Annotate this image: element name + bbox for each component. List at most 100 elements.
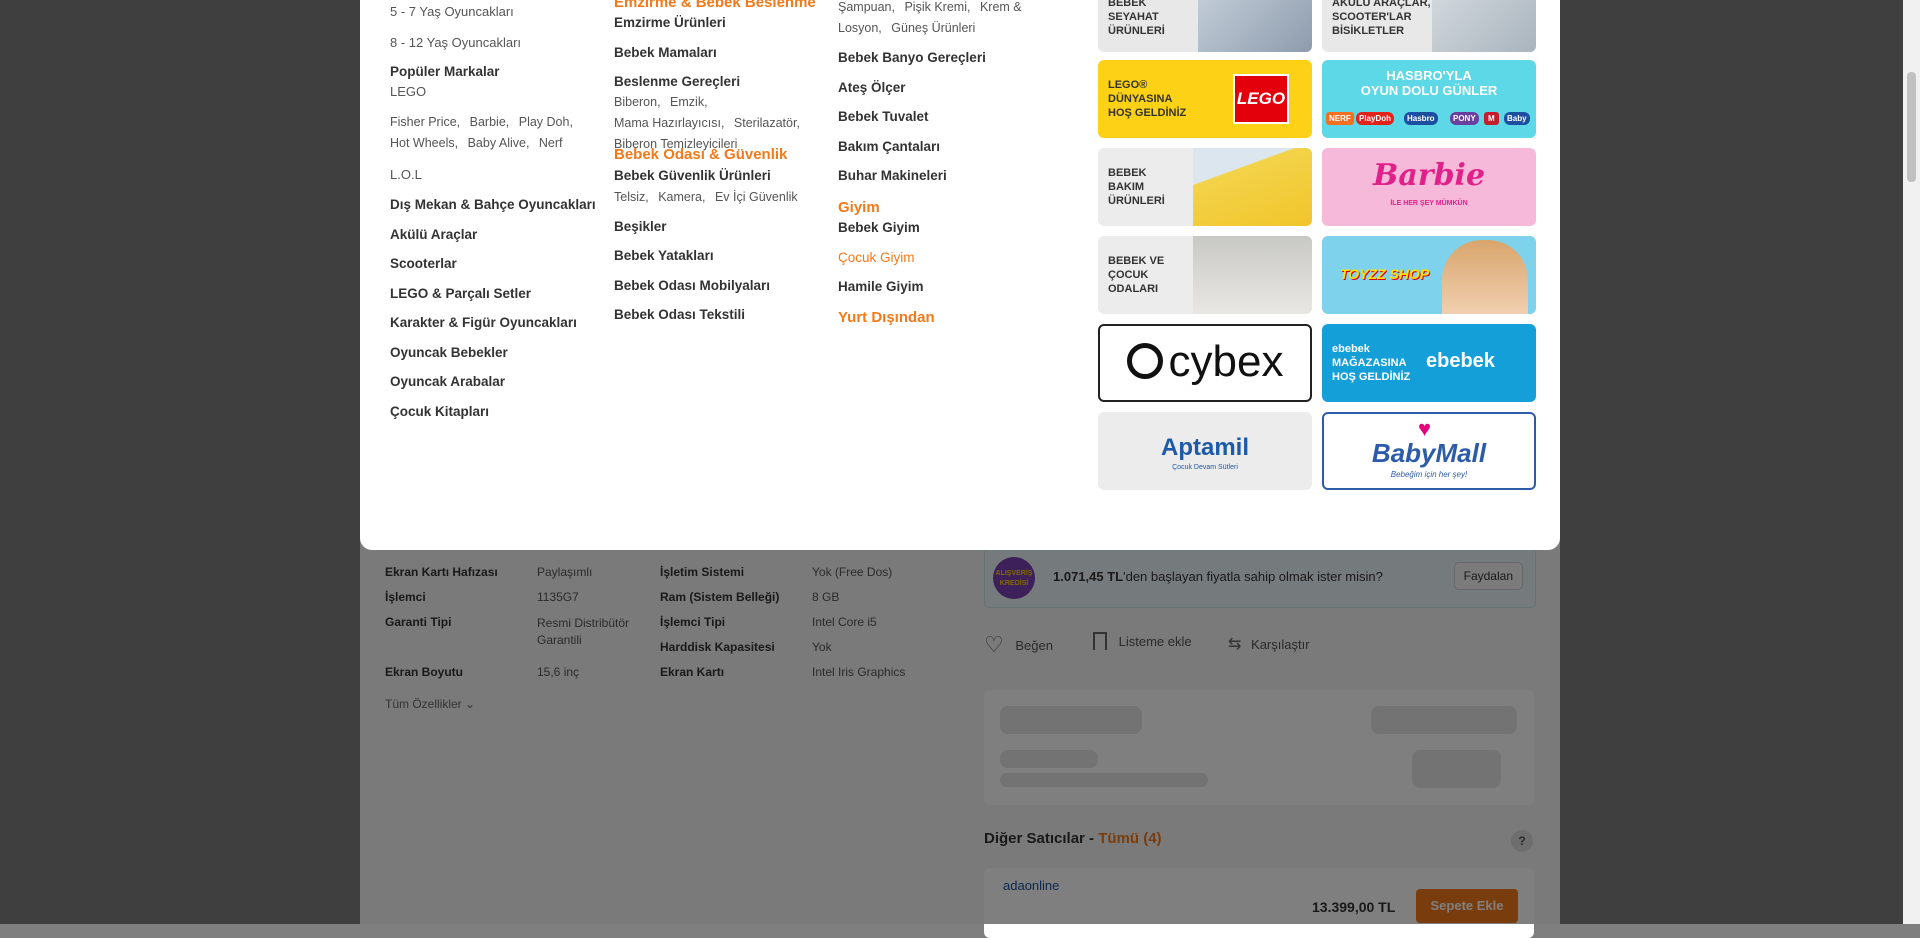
subcategory-link[interactable]: Krem & <box>980 0 1022 14</box>
menu-link[interactable]: Bakım Çantaları <box>838 139 940 154</box>
subcategory-link[interactable]: Pişik Kremi, <box>904 0 970 14</box>
tile-text: BEBEK SEYAHAT ÜRÜNLERİ <box>1108 0 1165 37</box>
menu-link[interactable]: Bebek Giyim <box>838 220 920 235</box>
menu-link[interactable]: Bebek Güvenlik Ürünleri <box>614 168 771 183</box>
subcategory-link[interactable]: Losyon, <box>838 21 882 35</box>
brand-link[interactable]: Nerf <box>539 136 563 150</box>
menu-link[interactable]: Bebek Yatakları <box>614 248 714 263</box>
menu-link[interactable]: Bebek Odası Tekstili <box>614 307 745 322</box>
menu-link[interactable]: Çocuk Kitapları <box>390 404 489 419</box>
category-megamenu: 5 - 7 Yaş Oyuncakları 8 - 12 Yaş Oyuncak… <box>360 0 1560 550</box>
promo-tile-lego[interactable]: LEGO® DÜNYASINA HOŞ GELDİNİZ LEGO <box>1098 60 1312 138</box>
aptamil-tagline: Çocuk Devam Sütleri <box>1172 464 1238 471</box>
menu-link[interactable]: Bebek Tuvalet <box>838 109 929 124</box>
subcategory-link[interactable]: Biberon, <box>614 95 661 109</box>
menu-link[interactable]: 5 - 7 Yaş Oyuncakları <box>390 4 514 19</box>
tile-text: AKÜLÜ ARAÇLAR, SCOOTER'LAR BİSİKLETLER <box>1332 0 1431 37</box>
subcategory-link[interactable]: Ev İçi Güvenlik <box>715 190 798 204</box>
menu-heading-abroad[interactable]: Yurt Dışından <box>838 309 935 326</box>
page-scrollbar[interactable] <box>1903 0 1920 924</box>
menu-link[interactable]: Bebek Mamaları <box>614 45 717 60</box>
menu-link-active[interactable]: Çocuk Giyim <box>838 250 915 265</box>
tile-text: LEGO® DÜNYASINA HOŞ GELDİNİZ <box>1108 79 1187 119</box>
menu-link[interactable]: Akülü Araçlar <box>390 227 477 242</box>
subcategory-link[interactable]: Güneş Ürünleri <box>891 21 975 35</box>
brand-link[interactable]: Barbie, <box>470 115 510 129</box>
baby-towel-image <box>1193 148 1312 226</box>
promo-tile-babymall[interactable]: ♥ BabyMall Bebeğim için her şey! <box>1322 412 1536 490</box>
brand-link[interactable]: Play Doh, <box>519 115 573 129</box>
promo-tile-aptamil[interactable]: Aptamil Çocuk Devam Sütleri <box>1098 412 1312 490</box>
promo-tile-ebebek[interactable]: ebebek MAĞAZASINA HOŞ GELDİNİZ ebebek <box>1322 324 1536 402</box>
aptamil-logo: Aptamil <box>1160 434 1249 461</box>
safety-subcategories: Telsiz, Kamera, Ev İçi Güvenlik <box>614 187 829 208</box>
tile-text: HASBRO'YLA OYUN DOLU GÜNLER <box>1360 68 1498 98</box>
brand-logo: Hasbro <box>1404 112 1438 125</box>
promo-tile-barbie[interactable]: Barbie İLE HER ŞEY MÜMKÜN <box>1322 148 1536 226</box>
tile-text: BEBEK VE ÇOCUK ODALARI <box>1108 255 1165 295</box>
child-photo-image <box>1442 240 1528 314</box>
menu-link[interactable]: Oyuncak Arabalar <box>390 374 505 389</box>
menu-link[interactable]: Beşikler <box>614 219 667 234</box>
subcategory-link[interactable]: Emzik, <box>670 95 708 109</box>
brand-logo: PlayDoh <box>1356 112 1395 125</box>
popular-brands-list: Fisher Price, Barbie, Play Doh, Hot Whee… <box>390 112 605 154</box>
lego-logo: LEGO <box>1233 74 1289 124</box>
menu-link[interactable]: Karakter & Figür Oyuncakları <box>390 315 577 330</box>
brand-logo: Baby <box>1504 112 1530 125</box>
brand-logo: M <box>1484 112 1499 125</box>
subcategory-link[interactable]: Telsiz, <box>614 190 649 204</box>
cybex-wordmark: cybex <box>1168 337 1284 386</box>
tile-text: ebebek MAĞAZASINA HOŞ GELDİNİZ <box>1332 343 1411 383</box>
menu-link[interactable]: Emzirme Ürünleri <box>614 15 726 30</box>
promo-tile-baby-room[interactable]: BEBEK VE ÇOCUK ODALARI <box>1098 236 1312 314</box>
subcategory-link[interactable]: Şampuan, <box>838 0 895 14</box>
promo-tile-cybex[interactable]: cybex <box>1098 324 1312 402</box>
kids-car-image <box>1432 0 1536 52</box>
menu-link[interactable]: L.O.L <box>390 167 422 182</box>
babymall-tagline: Bebeğim için her şey! <box>1390 470 1468 479</box>
bath-subcategories: Şampuan, Pişik Kremi, Krem & Losyon, Gün… <box>838 0 1028 39</box>
brand-logo: PONY <box>1450 112 1479 125</box>
tile-text: BEBEK BAKIM ÜRÜNLERİ <box>1108 167 1165 207</box>
menu-heading-feeding[interactable]: Emzirme & Bebek Beslenme <box>614 0 816 11</box>
brand-link[interactable]: Baby Alive, <box>468 136 530 150</box>
baby-photo-image <box>1198 0 1312 52</box>
promo-tile-travel[interactable]: BEBEK SEYAHAT ÜRÜNLERİ <box>1098 0 1312 52</box>
menu-link[interactable]: Hamile Giyim <box>838 279 924 294</box>
toyzz-logo: TOYZZ SHOP <box>1340 266 1430 282</box>
scrollbar-thumb[interactable] <box>1907 72 1916 182</box>
cybex-logo: cybex <box>1100 334 1310 390</box>
kids-room-image <box>1193 236 1312 314</box>
promo-tile-toyzz[interactable]: TOYZZ SHOP <box>1322 236 1536 314</box>
hasbro-brand-logos: NERF PlayDoh Hasbro PONY M Baby <box>1326 108 1532 132</box>
subcategory-link[interactable]: Sterilazatör, <box>734 116 800 130</box>
menu-link[interactable]: LEGO & Parçalı Setler <box>390 286 531 301</box>
barbie-tagline: İLE HER ŞEY MÜMKÜN <box>1390 200 1468 207</box>
menu-link[interactable]: Dış Mekan & Bahçe Oyuncakları <box>390 197 596 212</box>
brand-link[interactable]: Fisher Price, <box>390 115 460 129</box>
menu-link[interactable]: Scooterlar <box>390 256 457 271</box>
promo-tile-hasbro[interactable]: HASBRO'YLA OYUN DOLU GÜNLER NERF PlayDoh… <box>1322 60 1536 138</box>
babymall-logo: BabyMall <box>1371 438 1487 468</box>
menu-link[interactable]: 8 - 12 Yaş Oyuncakları <box>390 35 521 50</box>
promo-tile-scooters[interactable]: AKÜLÜ ARAÇLAR, SCOOTER'LAR BİSİKLETLER <box>1322 0 1536 52</box>
barbie-logo: Barbie <box>1372 158 1486 193</box>
menu-link[interactable]: Oyuncak Bebekler <box>390 345 508 360</box>
menu-link[interactable]: LEGO <box>390 84 426 99</box>
menu-link[interactable]: Bebek Banyo Gereçleri <box>838 50 986 65</box>
cybex-swirl-icon <box>1126 343 1163 379</box>
menu-link[interactable]: Buhar Makineleri <box>838 168 947 183</box>
menu-heading-clothing[interactable]: Giyim <box>838 199 880 216</box>
subcategory-link[interactable]: Mama Hazırlayıcısı, <box>614 116 724 130</box>
menu-heading-popular-brands[interactable]: Popüler Markalar <box>390 64 500 79</box>
brand-link[interactable]: Hot Wheels, <box>390 136 458 150</box>
menu-link[interactable]: Beslenme Gereçleri <box>614 74 740 89</box>
brand-logo: NERF <box>1326 112 1354 125</box>
subcategory-link[interactable]: Kamera, <box>658 190 705 204</box>
menu-link[interactable]: Ateş Ölçer <box>838 80 906 95</box>
ebebek-logo: ebebek <box>1426 350 1495 372</box>
menu-link[interactable]: Bebek Odası Mobilyaları <box>614 278 770 293</box>
menu-heading-baby-room[interactable]: Bebek Odası & Güvenlik <box>614 146 787 163</box>
promo-tile-baby-care[interactable]: BEBEK BAKIM ÜRÜNLERİ <box>1098 148 1312 226</box>
